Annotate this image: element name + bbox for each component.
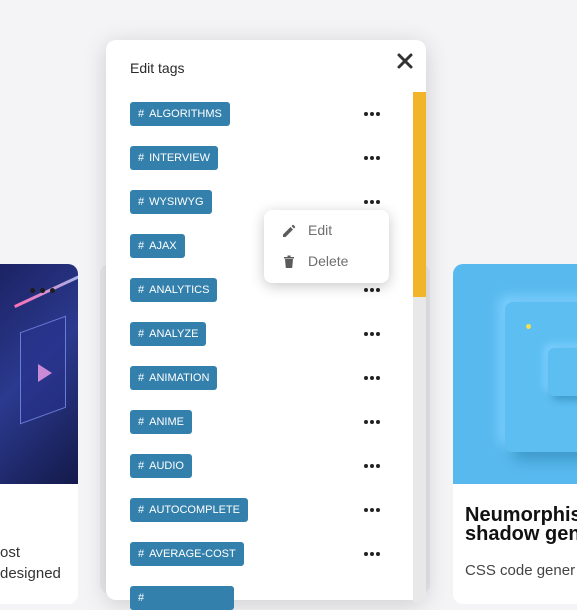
more-options-icon[interactable] xyxy=(362,370,382,386)
tag-context-menu: Edit Delete xyxy=(264,210,389,283)
tag-row: # xyxy=(130,586,388,610)
delete-menu-item[interactable]: Delete xyxy=(264,247,389,277)
tag-row: # INTERVIEW xyxy=(130,146,388,170)
delete-label: Delete xyxy=(308,253,349,269)
tag-label: ANALYTICS xyxy=(149,284,210,296)
tag-label: AUTOCOMPLETE xyxy=(149,504,240,516)
card-description: CSS code gener xyxy=(465,562,576,579)
more-options-icon[interactable] xyxy=(362,458,382,474)
tag-chip[interactable]: # ANIMATION xyxy=(130,366,218,390)
more-options-icon[interactable] xyxy=(362,150,382,166)
card-description: ost designed xyxy=(0,544,61,582)
tag-chip[interactable]: # AVERAGE-COST xyxy=(130,542,244,566)
tag-row: # ANIME xyxy=(130,410,388,434)
close-icon[interactable] xyxy=(396,52,414,70)
hash-icon: # xyxy=(138,328,145,340)
hash-icon: # xyxy=(138,416,145,428)
more-options-icon[interactable] xyxy=(362,194,382,210)
pencil-icon xyxy=(281,223,297,239)
hash-icon: # xyxy=(138,240,145,252)
tag-chip[interactable]: # INTERVIEW xyxy=(130,146,219,170)
background-card-left[interactable]: ••• ost designed xyxy=(0,264,78,604)
scrollbar-thumb[interactable] xyxy=(413,92,426,297)
hash-icon: # xyxy=(138,196,145,208)
tag-chip[interactable]: # AJAX xyxy=(130,234,185,258)
edit-tags-modal: Edit tags # ALGORITHMS # INTERVIEW # WYSIWYG #… xyxy=(106,40,426,610)
tag-row: # ANALYZE xyxy=(130,322,388,346)
tag-row: # AUDIO xyxy=(130,454,388,478)
hash-icon: # xyxy=(138,284,145,296)
more-options-icon[interactable] xyxy=(362,326,382,342)
hash-icon: # xyxy=(138,108,145,120)
more-options-icon[interactable] xyxy=(362,282,382,298)
tag-chip[interactable]: # ALGORITHMS xyxy=(130,102,230,126)
tag-row: # ALGORITHMS xyxy=(130,102,388,126)
edit-menu-item[interactable]: Edit xyxy=(264,216,389,246)
tag-row: # ANIMATION xyxy=(130,366,388,390)
tag-label: AUDIO xyxy=(149,460,184,472)
hash-icon: # xyxy=(138,460,145,472)
card-title: Neumorphis shadow gen xyxy=(465,504,577,545)
card-image xyxy=(453,264,577,484)
tag-label: AVERAGE-COST xyxy=(149,548,236,560)
hash-icon: # xyxy=(138,548,145,560)
tag-chip[interactable]: # WYSIWYG xyxy=(130,190,212,214)
hash-icon: # xyxy=(138,152,145,164)
more-options-icon[interactable] xyxy=(362,106,382,122)
tag-row: # AVERAGE-COST xyxy=(130,542,388,566)
more-options-icon[interactable] xyxy=(362,546,382,562)
hash-icon: # xyxy=(138,504,145,516)
tag-label: ANIME xyxy=(149,416,184,428)
tag-chip[interactable]: # ANALYZE xyxy=(130,322,207,346)
tag-label: INTERVIEW xyxy=(149,152,211,164)
edit-label: Edit xyxy=(308,222,333,238)
tag-label: ALGORITHMS xyxy=(149,108,222,120)
tag-row: # AUTOCOMPLETE xyxy=(130,498,388,522)
hash-icon: # xyxy=(138,592,145,604)
tag-label: AJAX xyxy=(149,240,177,252)
tag-label: WYSIWYG xyxy=(149,196,204,208)
hash-icon: # xyxy=(138,372,145,384)
tag-chip[interactable]: # AUTOCOMPLETE xyxy=(130,498,248,522)
tag-chip[interactable]: # ANIME xyxy=(130,410,192,434)
tag-chip[interactable]: # AUDIO xyxy=(130,454,192,478)
more-options-icon[interactable] xyxy=(362,502,382,518)
card-more-icon[interactable]: ••• xyxy=(28,284,58,300)
tag-label: ANIMATION xyxy=(149,372,210,384)
modal-title: Edit tags xyxy=(130,60,185,76)
tag-chip[interactable]: # xyxy=(130,586,234,610)
tag-chip[interactable]: # ANALYTICS xyxy=(130,278,218,302)
more-options-icon[interactable] xyxy=(362,414,382,430)
background-card-right[interactable]: Neumorphis shadow gen CSS code gener xyxy=(453,264,577,604)
tag-label: ANALYZE xyxy=(149,328,199,340)
trash-icon xyxy=(281,254,297,270)
